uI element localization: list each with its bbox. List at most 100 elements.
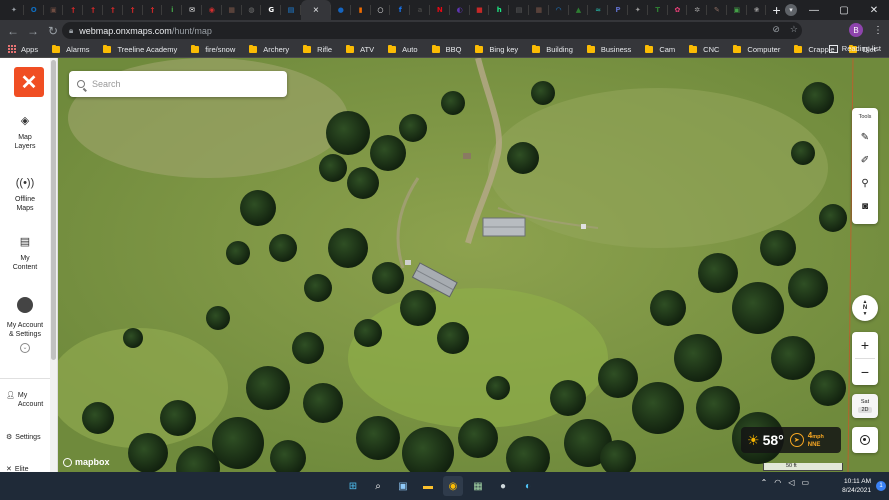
browser-tab[interactable]: ▤	[509, 0, 529, 20]
browser-tab[interactable]: ▦	[529, 0, 549, 20]
reload-button[interactable]: ↻	[43, 21, 63, 41]
browser-tab[interactable]: ○	[371, 0, 391, 20]
sidebar-link-settings[interactable]: ⚙ Settings	[6, 433, 41, 442]
address-bar[interactable]: 🔒︎ webmap.onxmaps.com/hunt/map ⊘ ☆	[62, 22, 802, 39]
bookmark-cnc[interactable]: CNC	[689, 44, 719, 54]
task-view-icon[interactable]: ▣	[393, 476, 413, 496]
draw-line-icon[interactable]: ✎	[861, 126, 869, 149]
battery-icon[interactable]: ▭	[801, 478, 809, 487]
eye-off-icon[interactable]: ⊘	[772, 24, 780, 35]
bookmark-archery[interactable]: Archery	[249, 44, 289, 54]
edge-icon[interactable]: ◐	[518, 476, 538, 496]
locate-me-button[interactable]	[852, 427, 878, 453]
bookmark-fire-snow[interactable]: fire/snow	[191, 44, 235, 54]
sidebar-item-account-settings[interactable]: My Account & Settings ⌄	[0, 297, 50, 353]
browser-tab[interactable]: ✉	[182, 0, 202, 20]
zoom-in-button[interactable]: +	[852, 332, 878, 358]
back-button[interactable]: ←	[3, 21, 23, 41]
notification-badge[interactable]: 1	[876, 481, 886, 491]
minimize-button[interactable]: —	[799, 0, 829, 20]
bookmark-auto[interactable]: Auto	[388, 44, 418, 54]
bookmark-building[interactable]: Building	[532, 44, 573, 54]
start-menu-icon[interactable]: ⊞	[343, 476, 363, 496]
browser-tab[interactable]: †	[83, 0, 103, 20]
browser-tab[interactable]: †	[123, 0, 143, 20]
browser-tab[interactable]: ◠	[549, 0, 569, 20]
file-explorer-icon[interactable]: ▬	[418, 476, 438, 496]
sidebar-item-my-content[interactable]: ▤ My Content	[0, 236, 50, 272]
maximize-button[interactable]: ▢	[829, 0, 859, 20]
browser-tab[interactable]: ✎	[707, 0, 727, 20]
volume-icon[interactable]: ◁	[788, 478, 794, 487]
browser-tab[interactable]: ❀	[747, 0, 767, 20]
bookmark-alarms[interactable]: Alarms	[52, 44, 89, 54]
bookmark-bing-key[interactable]: Bing key	[475, 44, 518, 54]
browser-tab[interactable]: ✦	[4, 0, 24, 20]
forward-button[interactable]: →	[23, 21, 43, 41]
browser-tab[interactable]: †	[143, 0, 163, 20]
browser-menu-icon[interactable]: ⋮	[873, 25, 883, 36]
tab-active[interactable]: ×	[300, 0, 331, 20]
bookmark-computer[interactable]: Computer	[733, 44, 780, 54]
bookmark-business[interactable]: Business	[586, 44, 631, 54]
zoom-out-button[interactable]: −	[852, 359, 878, 385]
browser-tab[interactable]: ▣	[727, 0, 747, 20]
bookmark-rifle[interactable]: Rifle	[303, 44, 332, 54]
browser-tab[interactable]: ≈	[588, 0, 608, 20]
sidebar-item-offline-maps[interactable]: ((•)) Offline Maps	[0, 177, 50, 213]
browser-tab[interactable]: ■	[470, 0, 490, 20]
chevron-down-icon[interactable]: ⌄	[20, 343, 30, 353]
browser-tab[interactable]: ✿	[668, 0, 688, 20]
browser-tab[interactable]: ▲	[569, 0, 589, 20]
browser-tab[interactable]: ▦	[222, 0, 242, 20]
basemap-toggle[interactable]: Sat 2D	[852, 394, 878, 418]
browser-tab[interactable]: N	[430, 0, 450, 20]
satellite-map[interactable]: Tools ✎ ✐ ⚲ ◙ ▲ N ▼ + − Sat 2D ☀ 58° ➤ 4…	[58, 58, 889, 472]
bookmark-atv[interactable]: ATV	[346, 44, 374, 54]
spreadsheet-icon[interactable]: ▦	[468, 476, 488, 496]
bookmark-bbq[interactable]: BBQ	[431, 44, 461, 54]
waypoint-pin-icon[interactable]: ⚲	[861, 172, 868, 195]
browser-tab[interactable]: ▣	[44, 0, 64, 20]
browser-tab[interactable]: ◉	[202, 0, 222, 20]
bookmark-treeline-academy[interactable]: Treeline Academy	[103, 44, 177, 54]
system-clock[interactable]: 10:11 AM 8/24/2021	[842, 477, 871, 495]
browser-tab[interactable]: P	[608, 0, 628, 20]
onx-logo[interactable]: ✕	[14, 67, 44, 97]
browser-tab[interactable]: †	[103, 0, 123, 20]
browser-tab[interactable]: ◍	[242, 0, 262, 20]
weather-widget[interactable]: ☀ 58° ➤ 4mph NNE	[741, 427, 841, 453]
browser-tab[interactable]: †	[63, 0, 83, 20]
search-icon[interactable]: ⌕	[368, 476, 388, 496]
map-search[interactable]	[69, 71, 287, 97]
reading-list-button[interactable]: Reading list	[828, 44, 881, 53]
browser-tab[interactable]: ◐	[450, 0, 470, 20]
active-tab-icon[interactable]: ×	[313, 5, 319, 16]
bookmark-star-icon[interactable]: ☆	[790, 24, 798, 35]
sidebar-link-my-account[interactable]: 👤︎ My Account	[6, 391, 44, 409]
browser-tab[interactable]: ▮	[351, 0, 371, 20]
ball-icon[interactable]: ●	[493, 476, 513, 496]
bookmark-cam[interactable]: Cam	[645, 44, 675, 54]
browser-tab[interactable]: ✦	[628, 0, 648, 20]
camera-icon[interactable]: ◙	[862, 195, 868, 218]
profile-button[interactable]: B	[849, 23, 863, 37]
tab-search-button[interactable]: ▾	[785, 4, 797, 16]
sidebar-item-map-layers[interactable]: ◈ Map Layers	[0, 115, 50, 151]
draw-shape-icon[interactable]: ✐	[861, 149, 869, 172]
browser-tab[interactable]: i	[162, 0, 182, 20]
bookmark-apps[interactable]: Apps	[8, 45, 38, 54]
browser-tab[interactable]: G	[261, 0, 281, 20]
browser-tab[interactable]: ▤	[281, 0, 301, 20]
new-tab-button[interactable]: +	[772, 2, 780, 18]
compass-button[interactable]: ▲ N ▼	[852, 295, 878, 321]
browser-tab[interactable]: a	[410, 0, 430, 20]
search-input[interactable]	[92, 79, 272, 89]
browser-tab[interactable]: h	[489, 0, 509, 20]
chrome-icon[interactable]: ◉	[443, 476, 463, 496]
sidebar-scrollbar[interactable]	[50, 58, 57, 472]
browser-tab[interactable]: ●	[331, 0, 351, 20]
close-window-button[interactable]: ✕	[859, 0, 889, 20]
chevron-up-icon[interactable]: ⌃	[761, 478, 768, 487]
mapbox-attribution[interactable]: mapbox	[63, 457, 110, 467]
